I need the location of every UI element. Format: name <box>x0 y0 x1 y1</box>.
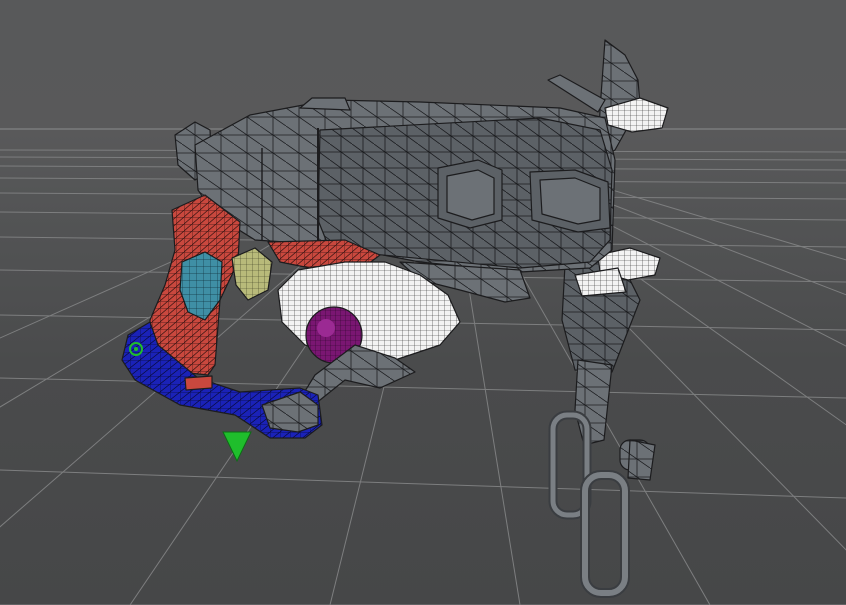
top-sight <box>299 97 351 111</box>
trigger-yellow <box>231 247 273 301</box>
viewport-scene <box>0 39 846 605</box>
hammer-pin <box>547 74 606 113</box>
pistol-model <box>121 39 669 598</box>
pivot-gizmo-icon[interactable] <box>222 431 252 463</box>
3d-viewport[interactable] <box>0 0 846 605</box>
chain <box>548 259 656 598</box>
